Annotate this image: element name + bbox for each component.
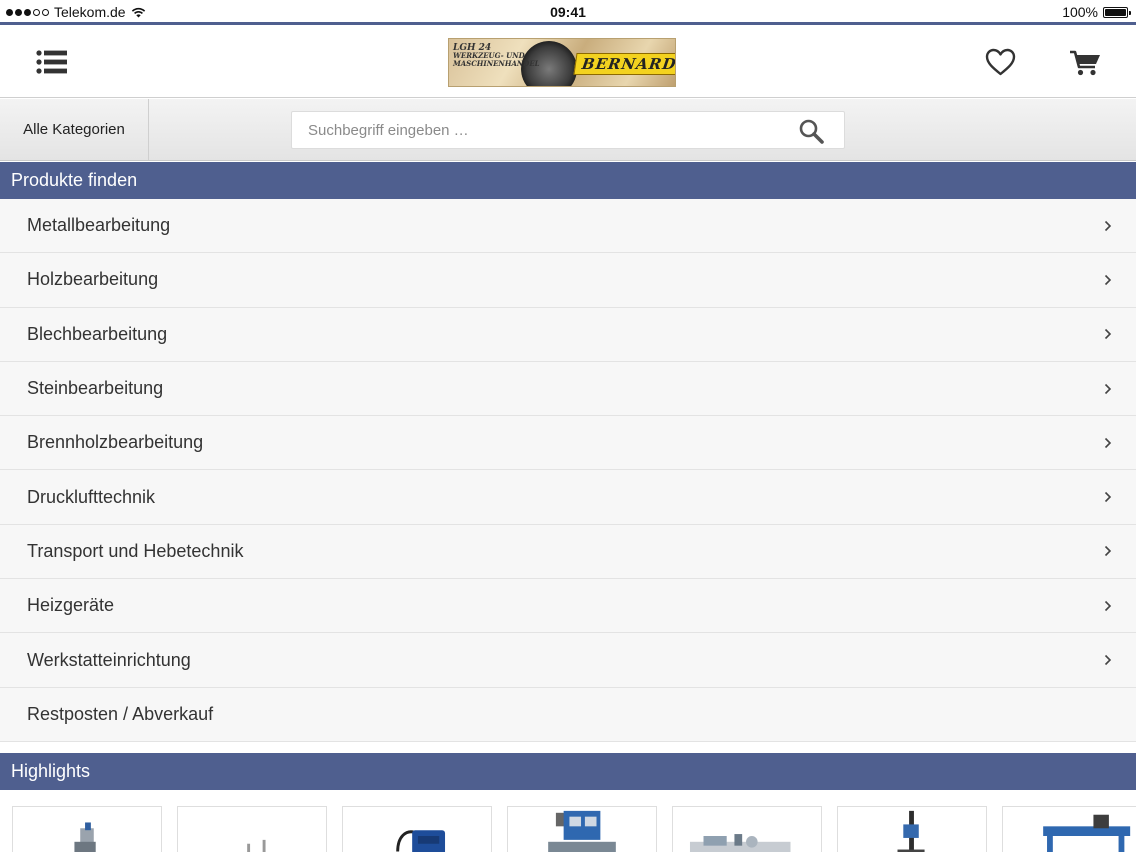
- product-card[interactable]: [507, 806, 657, 852]
- category-item[interactable]: Blechbearbeitung: [0, 307, 1136, 362]
- category-label: Restposten / Abverkauf: [27, 703, 214, 724]
- category-label: Heizgeräte: [27, 595, 115, 616]
- chevron-right-icon: [1104, 437, 1112, 448]
- heart-icon[interactable]: [985, 48, 1016, 76]
- product-image: [396, 830, 446, 852]
- chevron-right-icon: [1104, 600, 1112, 611]
- product-card[interactable]: [177, 806, 327, 852]
- category-item[interactable]: Metallbearbeitung: [0, 199, 1136, 254]
- shop-logo[interactable]: LGH 24 WERKZEUG- UND MASCHINENHANDEL BER…: [448, 38, 676, 87]
- header: LGH 24 WERKZEUG- UND MASCHINENHANDEL BER…: [0, 25, 1136, 98]
- chevron-right-icon: [1104, 220, 1112, 231]
- category-label: Blechbearbeitung: [27, 323, 168, 344]
- search-bar: Alle Kategorien: [0, 99, 1136, 161]
- product-image: [689, 834, 791, 852]
- category-label: Metallbearbeitung: [27, 215, 171, 236]
- chevron-right-icon: [1104, 329, 1112, 340]
- category-item[interactable]: Werkstatteinrichtung: [0, 633, 1136, 688]
- status-right: 100%: [1062, 4, 1131, 20]
- category-item[interactable]: Restposten / Abverkauf: [0, 687, 1136, 742]
- category-label: Steinbearbeitung: [27, 378, 164, 399]
- products-section-title: Produkte finden: [11, 170, 138, 190]
- highlights-section-header: Highlights: [0, 753, 1136, 790]
- highlights-carousel: [0, 806, 1136, 852]
- logo-name: BERNARDO: [573, 53, 675, 75]
- chevron-right-icon: [1104, 492, 1112, 503]
- cart-icon[interactable]: [1069, 49, 1101, 76]
- product-image: [74, 822, 96, 852]
- chevron-right-icon: [1104, 383, 1112, 394]
- product-image: [548, 810, 616, 852]
- product-card[interactable]: [342, 806, 492, 852]
- menu-icon[interactable]: [36, 50, 67, 74]
- product-image: [1043, 814, 1131, 852]
- category-label: Transport und Hebetechnik: [27, 540, 244, 561]
- category-label: Holzbearbeitung: [27, 269, 159, 290]
- search-field: [291, 111, 845, 149]
- search-icon[interactable]: [799, 119, 824, 144]
- category-list: Metallbearbeitung Holzbearbeitung Blechbea…: [0, 199, 1136, 742]
- search-input[interactable]: [292, 112, 792, 148]
- category-label: Drucklufttechnik: [27, 486, 156, 507]
- product-card[interactable]: [1002, 806, 1136, 852]
- chevron-right-icon: [1104, 274, 1112, 286]
- product-card[interactable]: [837, 806, 987, 852]
- product-image: [897, 810, 925, 852]
- highlights-section-title: Highlights: [11, 761, 91, 781]
- product-card[interactable]: [12, 806, 162, 852]
- chevron-right-icon: [1104, 654, 1112, 666]
- status-time: 09:41: [550, 4, 586, 20]
- logo-left-text: LGH 24 WERKZEUG- UND MASCHINENHANDEL: [453, 43, 540, 68]
- battery-label: 100%: [1062, 4, 1098, 20]
- status-bar: Telekom.de 09:41 100%: [0, 0, 1136, 23]
- product-image: [247, 839, 266, 852]
- category-item[interactable]: Brennholzbearbeitung: [0, 416, 1136, 471]
- all-categories-button[interactable]: Alle Kategorien: [0, 99, 149, 160]
- battery-icon: [1103, 6, 1131, 18]
- category-item[interactable]: Steinbearbeitung: [0, 361, 1136, 417]
- category-item[interactable]: Drucklufttechnik: [0, 470, 1136, 525]
- product-card[interactable]: [672, 806, 822, 852]
- category-item[interactable]: Transport und Hebetechnik: [0, 524, 1136, 580]
- category-item[interactable]: Heizgeräte: [0, 579, 1136, 634]
- products-section-header: Produkte finden: [0, 162, 1136, 199]
- chevron-right-icon: [1104, 546, 1112, 557]
- category-item[interactable]: Holzbearbeitung: [0, 253, 1136, 308]
- category-label: Werkstatteinrichtung: [27, 649, 191, 670]
- category-label: Brennholzbearbeitung: [27, 432, 204, 453]
